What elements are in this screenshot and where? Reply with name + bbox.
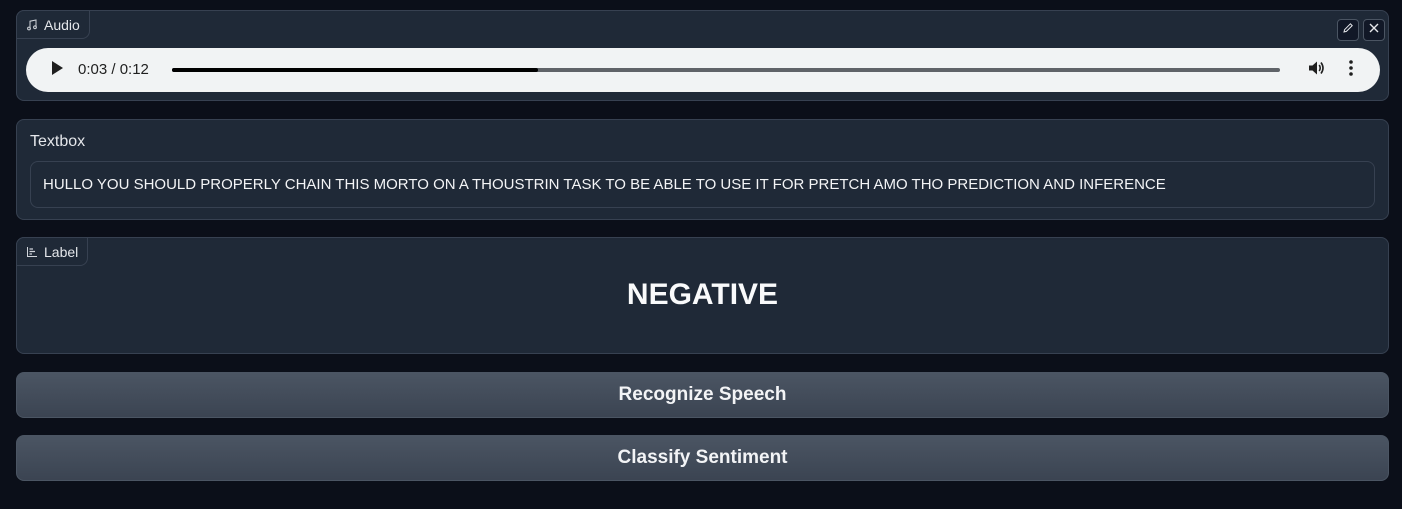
volume-icon bbox=[1306, 58, 1326, 83]
audio-player: 0:03 / 0:12 bbox=[26, 48, 1380, 92]
more-options-icon bbox=[1348, 59, 1354, 82]
textbox-component: Textbox HULLO YOU SHOULD PROPERLY CHAIN … bbox=[16, 119, 1389, 220]
audio-component: Audio 0:03 / 0:12 bbox=[16, 10, 1389, 101]
time-display: 0:03 / 0:12 bbox=[78, 61, 149, 78]
close-icon bbox=[1368, 21, 1380, 39]
volume-button[interactable] bbox=[1305, 59, 1327, 81]
edit-icon bbox=[1342, 21, 1354, 39]
bar-chart-icon bbox=[26, 246, 38, 258]
label-label-text: Label bbox=[44, 243, 79, 260]
label-component: Label NEGATIVE bbox=[16, 237, 1389, 354]
transcription-textbox[interactable]: HULLO YOU SHOULD PROPERLY CHAIN THIS MOR… bbox=[30, 161, 1375, 208]
label-label-tag: Label bbox=[16, 237, 89, 266]
play-button[interactable] bbox=[47, 60, 67, 80]
audio-label-text: Audio bbox=[44, 16, 80, 33]
play-icon bbox=[50, 60, 64, 81]
audio-label-tag: Audio bbox=[16, 10, 90, 39]
seek-bar-fill bbox=[172, 68, 538, 72]
predicted-label: NEGATIVE bbox=[626, 278, 779, 311]
classify-sentiment-button[interactable]: Classify Sentiment bbox=[16, 435, 1389, 481]
audio-corner-buttons bbox=[1337, 19, 1385, 41]
edit-button[interactable] bbox=[1337, 19, 1359, 41]
recognize-speech-button[interactable]: Recognize Speech bbox=[16, 372, 1389, 418]
seek-bar[interactable] bbox=[172, 68, 1280, 72]
more-options-button[interactable] bbox=[1340, 59, 1362, 81]
clear-button[interactable] bbox=[1363, 19, 1385, 41]
textbox-label: Textbox bbox=[30, 133, 86, 150]
music-note-icon bbox=[26, 18, 38, 31]
